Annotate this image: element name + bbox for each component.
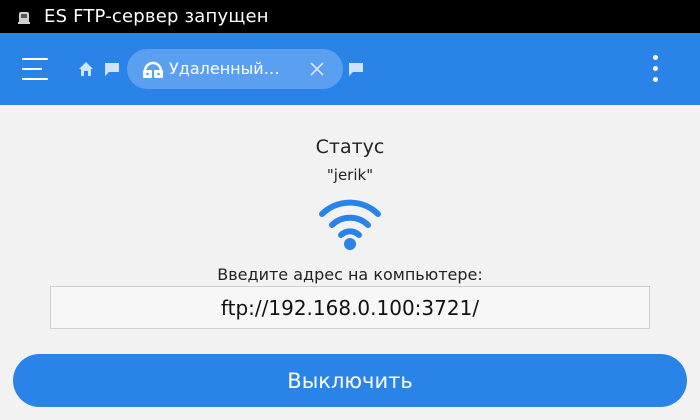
ftp-address-field[interactable]: ftp://192.168.0.100:3721/ [50, 286, 650, 329]
hamburger-icon[interactable] [20, 55, 50, 83]
status-bar-title: ES FTP-сервер запущен [44, 6, 269, 27]
username: "jerik" [326, 166, 374, 184]
chat-icon[interactable] [348, 61, 364, 77]
address-hint: Введите адрес на компьютере: [217, 265, 483, 284]
tab-label: Удаленный… [169, 59, 280, 78]
turn-off-button[interactable]: Выключить [13, 354, 687, 407]
tab-remote[interactable]: Удаленный… [127, 49, 343, 89]
toolbar: Удаленный… [0, 33, 700, 105]
status-bar: ES FTP-сервер запущен [0, 0, 700, 33]
remote-lock-icon [143, 61, 163, 78]
ftp-address-text: ftp://192.168.0.100:3721/ [220, 295, 480, 320]
more-vertical-icon[interactable] [645, 53, 665, 85]
status-title: Статус [315, 136, 385, 158]
close-icon[interactable] [309, 61, 325, 77]
home-icon[interactable] [78, 61, 94, 77]
chat-icon[interactable] [104, 61, 120, 77]
ftp-server-icon [18, 10, 30, 24]
wifi-icon [319, 199, 381, 250]
